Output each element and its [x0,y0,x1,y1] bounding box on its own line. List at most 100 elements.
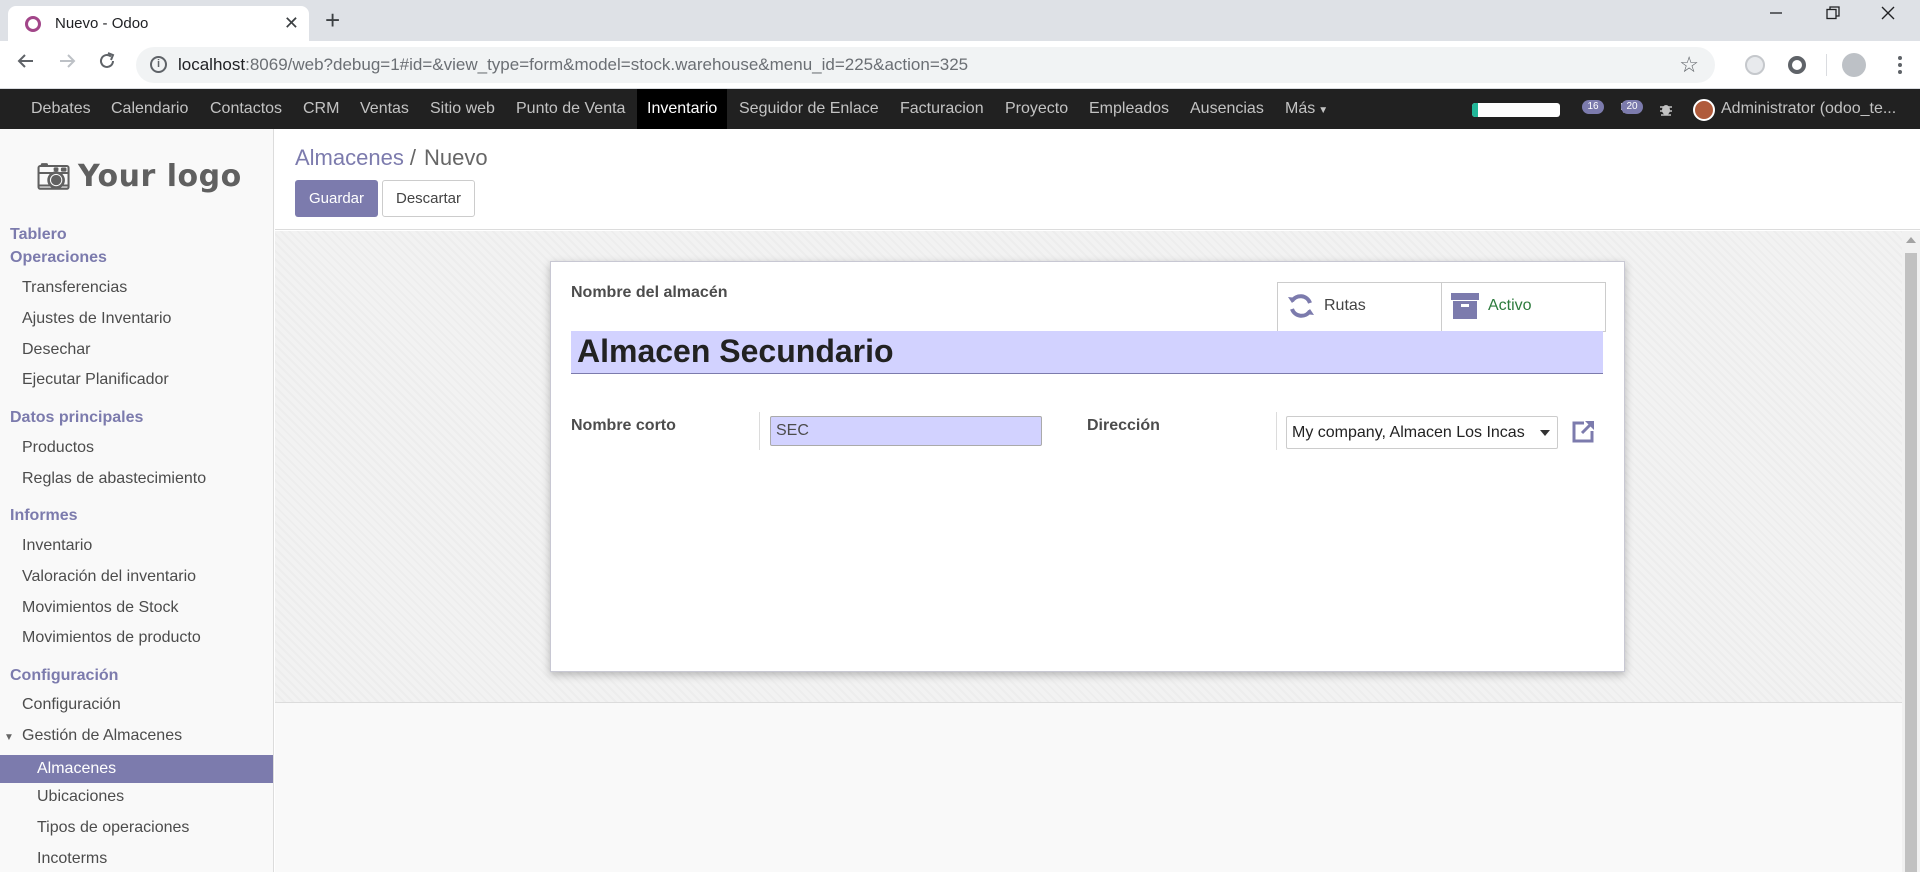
sidebar-item-planificador[interactable]: Ejecutar Planificador [22,371,169,389]
control-panel: Almacenes / Nuevo Guardar Descartar [275,129,1920,230]
short-name-field[interactable]: SEC [770,416,1042,446]
address-select[interactable]: My company, Almacen Los Incas [1286,416,1558,449]
sidebar-section-datos[interactable]: Datos principales [10,409,143,427]
scroll-up-arrow-icon[interactable] [1906,237,1916,243]
warehouse-name-label: Nombre del almacén [571,284,728,301]
back-icon[interactable] [16,51,36,76]
short-name-value: SEC [776,422,809,439]
sidebar-section-configuracion[interactable]: Configuración [10,667,118,685]
bookmark-star-icon[interactable]: ☆ [1679,52,1699,78]
field-divider [759,412,760,450]
field-divider [1276,412,1277,450]
forward-icon[interactable] [57,51,77,76]
vertical-scrollbar[interactable] [1902,231,1920,872]
sidebar-item-transferencias[interactable]: Transferencias [22,279,127,297]
sidebar-item-tipos-operaciones[interactable]: Tipos de operaciones [37,819,189,837]
archive-icon [1451,293,1479,319]
activity-count-badge: 16 [1582,100,1604,114]
browser-menu-icon[interactable] [1897,54,1903,76]
routes-button[interactable]: Rutas [1277,282,1442,332]
profile-avatar-icon[interactable] [1842,53,1866,77]
sidebar-item-inventario[interactable]: Inventario [22,537,92,555]
warehouse-name-field[interactable]: Almacen Secundario [571,331,1603,374]
menu-proyecto[interactable]: Proyecto [1005,89,1068,129]
sidebar-item-incoterms[interactable]: Incoterms [37,850,107,868]
sidebar-item-mov-stock[interactable]: Movimientos de Stock [22,599,179,617]
sidebar-section-informes[interactable]: Informes [10,507,78,525]
user-menu[interactable]: Administrator (odoo_te... [1721,89,1896,129]
external-link-icon[interactable] [1570,419,1596,445]
sidebar-item-gestion-almacenes[interactable]: Gestión de Almacenes [22,727,182,745]
menu-ausencias[interactable]: Ausencias [1190,89,1264,129]
reload-icon[interactable] [97,51,117,76]
content-background [275,703,1902,872]
menu-empleados[interactable]: Empleados [1089,89,1169,129]
logo-text: Your logo [78,159,242,194]
menu-facturacion[interactable]: Facturacion [900,89,984,129]
sidebar-item-almacenes[interactable]: Almacenes [0,755,273,783]
dropdown-caret-icon [1540,430,1550,436]
toolbar-divider [1826,54,1827,76]
url-field[interactable]: i localhost:8069/web?debug=1#id=&view_ty… [136,47,1715,83]
form-sheet: Nombre del almacén Rutas Activo Almacen … [550,261,1625,672]
menu-crm[interactable]: CRM [303,89,339,129]
tab-close-icon[interactable]: ✕ [284,13,299,33]
menu-contactos[interactable]: Contactos [210,89,282,129]
sidebar-item-valoracion[interactable]: Valoración del inventario [22,568,196,586]
save-button[interactable]: Guardar [295,180,378,217]
odoo-top-menu: Debates Calendario Contactos CRM Ventas … [0,89,1920,129]
sidebar-item-almacenes-label: Almacenes [37,760,117,777]
routes-label: Rutas [1324,297,1366,314]
browser-tab[interactable]: Nuevo - Odoo ✕ [8,6,309,41]
site-info-icon[interactable]: i [150,56,167,73]
menu-mas-label: Más [1285,100,1316,117]
breadcrumb-separator: / [409,145,416,170]
url-path: :8069/web?debug=1#id=&view_type=form&mod… [245,55,969,74]
debug-bug-icon[interactable] [1658,101,1674,122]
company-logo[interactable]: 📷︎ Your logo [36,159,242,194]
warehouse-name-value: Almacen Secundario [577,333,894,369]
menu-mas[interactable]: Más ▼ [1285,89,1328,129]
menu-sitio-web[interactable]: Sitio web [430,89,495,129]
menu-punto-de-venta[interactable]: Punto de Venta [516,89,625,129]
odoo-progress-bar [1472,103,1560,117]
breadcrumb-almacenes[interactable]: Almacenes [295,145,404,170]
minimize-icon[interactable] [1766,5,1786,25]
sidebar-item-productos[interactable]: Productos [22,439,94,457]
sidebar-section-operaciones[interactable]: Operaciones [10,249,107,267]
restore-icon[interactable] [1823,5,1843,25]
window-close-icon[interactable] [1878,5,1898,25]
active-toggle-button[interactable]: Activo [1441,282,1606,332]
new-tab-button[interactable]: + [325,7,340,33]
address-value: My company, Almacen Los Incas [1292,424,1525,441]
address-bar: i localhost:8069/web?debug=1#id=&view_ty… [0,41,1920,89]
extension-icon[interactable] [1745,55,1765,75]
menu-calendario[interactable]: Calendario [111,89,188,129]
menu-debates[interactable]: Debates [31,89,91,129]
sidebar-item-mov-producto[interactable]: Movimientos de producto [22,629,201,647]
menu-seguidor-de-enlace[interactable]: Seguidor de Enlace [739,89,879,129]
sidebar-item-reglas[interactable]: Reglas de abastecimiento [22,470,206,488]
url-host: localhost [178,55,246,74]
short-name-label: Nombre corto [571,417,676,434]
menu-ventas[interactable]: Ventas [360,89,409,129]
sidebar-item-configuracion[interactable]: Configuración [22,696,121,714]
extension-record-icon[interactable] [1788,56,1806,74]
sidebar-item-ajustes[interactable]: Ajustes de Inventario [22,310,171,328]
browser-tabbar: Nuevo - Odoo ✕ + [0,0,1920,41]
message-count-badge: 20 [1621,100,1643,114]
sidebar-item-ubicaciones[interactable]: Ubicaciones [37,788,124,806]
breadcrumb-current: Nuevo [423,145,488,170]
menu-inventario[interactable]: Inventario [637,89,728,129]
chevron-down-icon: ▼ [1318,105,1329,116]
app-sidebar: 📷︎ Your logo Tablero Operaciones Transfer… [0,129,274,872]
discard-button[interactable]: Descartar [382,180,475,217]
sidebar-item-desechar[interactable]: Desechar [22,341,90,359]
sidebar-item-tablero[interactable]: Tablero [10,226,67,244]
user-avatar[interactable] [1693,99,1715,121]
odoo-favicon-icon [25,16,41,32]
tab-title: Nuevo - Odoo [55,15,149,32]
scroll-thumb[interactable] [1905,253,1917,872]
refresh-icon [1288,294,1314,318]
address-label: Dirección [1087,417,1160,434]
